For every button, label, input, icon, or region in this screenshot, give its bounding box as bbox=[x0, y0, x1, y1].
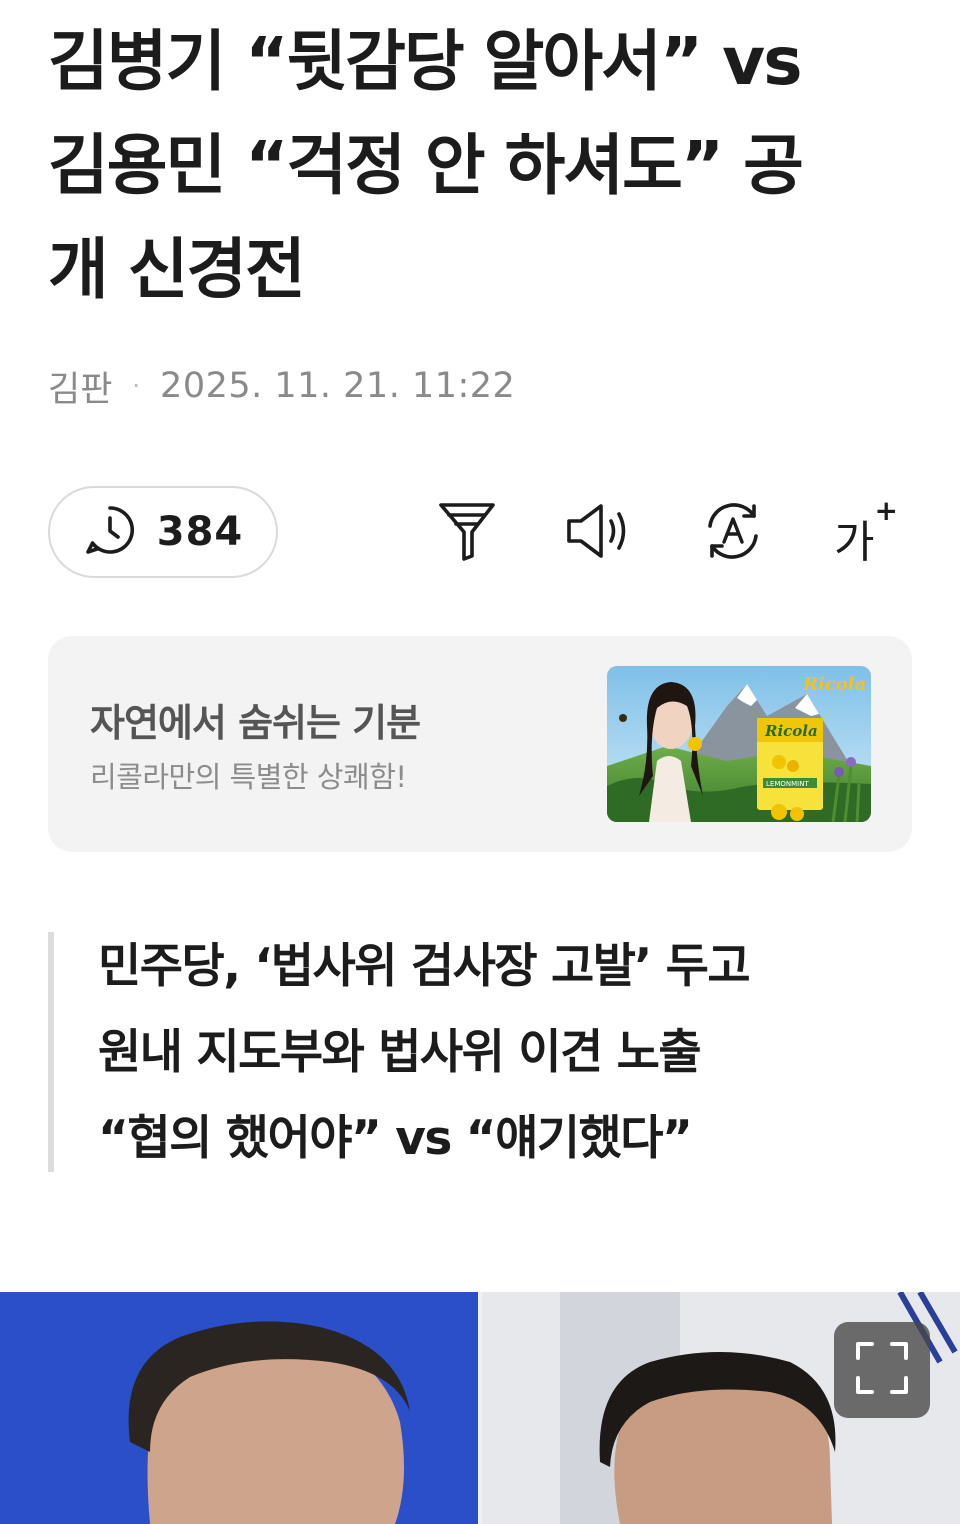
ad-banner[interactable]: 자연에서 숨쉬는 기분 리콜라만의 특별한 상쾌함! Ricola Ricola… bbox=[48, 636, 912, 852]
subheadline-line: “협의 했어야” vs “얘기했다” bbox=[98, 1111, 693, 1166]
views-counter-button[interactable]: 384 bbox=[48, 486, 278, 578]
article-subheadline: 민주당, ‘법사위 검사장 고발’ 두고 원내 지도부와 법사위 이견 노출 “… bbox=[48, 932, 908, 1172]
translate-button[interactable] bbox=[700, 500, 766, 566]
speaker-icon bbox=[565, 501, 633, 565]
font-size-button[interactable]: 가 + bbox=[828, 494, 904, 568]
subheadline-line: 민주당, ‘법사위 검사장 고발’ 두고 bbox=[98, 939, 751, 994]
text-to-speech-button[interactable] bbox=[566, 500, 632, 566]
views-count: 384 bbox=[156, 509, 244, 555]
font-size-label: 가 bbox=[834, 517, 875, 568]
filter-icon bbox=[437, 500, 497, 566]
article-photo[interactable] bbox=[0, 1292, 960, 1524]
ad-title: 자연에서 숨쉬는 기분 bbox=[90, 701, 421, 745]
headline-line: 개 신경전 bbox=[48, 231, 306, 308]
summary-button[interactable] bbox=[434, 500, 500, 566]
plus-icon: + bbox=[874, 494, 898, 527]
translate-icon bbox=[701, 500, 765, 566]
ad-pack-label: LEMONMINT bbox=[766, 780, 809, 788]
expand-icon bbox=[854, 1340, 910, 1400]
byline-separator: · bbox=[132, 372, 141, 400]
publish-date: 2025. 11. 21. 11:22 bbox=[160, 366, 516, 406]
reporter-name[interactable]: 김판 bbox=[48, 361, 112, 412]
byline: 김판 · 2025. 11. 21. 11:22 bbox=[48, 362, 515, 410]
ad-subtitle: 리콜라만의 특별한 상쾌함! bbox=[90, 760, 407, 794]
svg-text:Ricola: Ricola bbox=[764, 722, 818, 740]
headline-line: 김용민 “걱정 안 하셔도” 공 bbox=[48, 127, 804, 204]
clock-icon bbox=[83, 503, 137, 561]
subheadline-line: 원내 지도부와 법사위 이견 노출 bbox=[98, 1025, 702, 1080]
article-toolbar: 384 가 + bbox=[48, 486, 912, 582]
photo-expand-button[interactable] bbox=[834, 1322, 930, 1418]
headline-line: 김병기 “뒷감당 알아서” vs bbox=[48, 23, 802, 100]
ad-brand-logo: Ricola bbox=[802, 674, 866, 695]
article-headline: 김병기 “뒷감당 알아서” vs 김용민 “걱정 안 하셔도” 공 개 신경전 bbox=[48, 10, 908, 322]
ad-image[interactable]: Ricola Ricola LEMONMINT bbox=[607, 666, 871, 822]
